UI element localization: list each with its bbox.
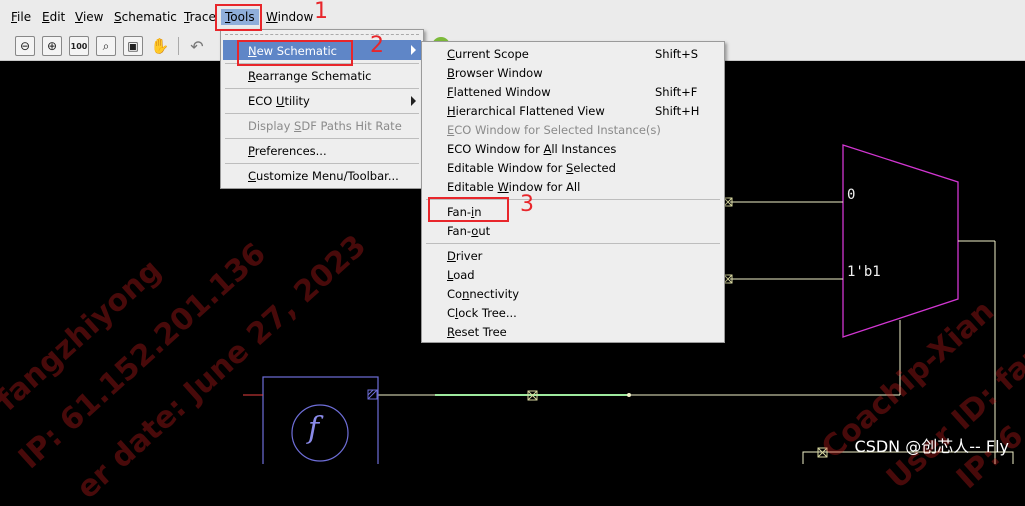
zoom-fit-icon[interactable]: ⌕ — [96, 36, 116, 56]
menu-separator — [225, 163, 419, 164]
menu-item-display-sdf-paths: Display SDF Paths Hit Rate — [248, 119, 402, 133]
credit-watermark: CSDN @创芯人-- Fly — [854, 437, 1009, 456]
function-block — [262, 376, 379, 464]
annotation-step-1: 1 — [314, 0, 328, 24]
tear-off-line[interactable] — [225, 34, 419, 36]
new-schematic-submenu: Current Scope Shift+S Browser Window Fla… — [421, 41, 725, 343]
undo-icon[interactable]: ↶ — [187, 36, 207, 56]
function-symbol: f — [308, 411, 320, 446]
menu-item-customize-menu[interactable]: Customize Menu/Toolbar... — [248, 169, 399, 183]
submenu-arrow-icon — [411, 45, 416, 55]
menu-item-reset-tree[interactable]: Reset Tree — [447, 325, 507, 339]
menu-separator — [225, 113, 419, 114]
menu-item-fan-out[interactable]: Fan-out — [447, 224, 490, 238]
menu-item-preferences[interactable]: Preferences... — [248, 144, 327, 158]
shortcut-label: Shift+H — [655, 104, 700, 118]
menu-item-driver[interactable]: Driver — [447, 249, 482, 263]
menu-item-load[interactable]: Load — [447, 268, 475, 282]
zoom-out-icon[interactable]: ⊖ — [15, 36, 35, 56]
annotation-box-fan-in — [428, 197, 509, 222]
shortcut-label: Shift+S — [655, 47, 699, 61]
menu-item-flattened-window[interactable]: Flattened Window — [447, 85, 551, 99]
menu-view[interactable]: View — [75, 10, 103, 24]
submenu-arrow-icon — [411, 96, 416, 106]
menu-item-rearrange-schematic[interactable]: Rearrange Schematic — [248, 69, 372, 83]
menu-item-browser-window[interactable]: Browser Window — [447, 66, 543, 80]
menu-separator — [426, 243, 720, 244]
menu-item-editable-window-all[interactable]: Editable Window for All — [447, 180, 580, 194]
zoom-100-icon[interactable]: 100 — [69, 36, 89, 56]
menu-item-connectivity[interactable]: Connectivity — [447, 287, 519, 301]
annotation-box-tools — [215, 4, 262, 31]
menu-file[interactable]: File — [11, 10, 31, 24]
menu-separator — [225, 138, 419, 139]
annotation-box-new-schematic — [237, 40, 353, 66]
zoom-in-icon[interactable]: ⊕ — [42, 36, 62, 56]
menu-item-eco-utility[interactable]: ECO Utility — [248, 94, 310, 108]
mux-input-label-1: 1'b1 — [847, 264, 881, 280]
menu-item-hierarchical-flattened-view[interactable]: Hierarchical Flattened View — [447, 104, 605, 118]
menu-bar: File Edit View Schematic Trace Tools Win… — [0, 0, 1025, 33]
menu-item-clock-tree[interactable]: Clock Tree... — [447, 306, 517, 320]
menu-separator — [225, 88, 419, 89]
zoom-area-icon[interactable]: ▣ — [123, 36, 143, 56]
menu-item-editable-window-selected[interactable]: Editable Window for Selected — [447, 161, 616, 175]
toolbar-separator — [178, 37, 179, 55]
menu-schematic[interactable]: Schematic — [114, 10, 177, 24]
menu-trace[interactable]: Trace — [184, 10, 216, 24]
mux-symbol — [842, 144, 959, 338]
menu-window[interactable]: Window — [266, 10, 313, 24]
menu-item-current-scope[interactable]: Current Scope — [447, 47, 529, 61]
mux-input-label-0: 0 — [847, 187, 856, 203]
shortcut-label: Shift+F — [655, 85, 698, 99]
annotation-step-2: 2 — [370, 33, 384, 58]
menu-item-eco-window-selected: ECO Window for Selected Instance(s) — [447, 123, 661, 137]
menu-item-eco-window-all[interactable]: ECO Window for All Instances — [447, 142, 616, 156]
menu-edit[interactable]: Edit — [42, 10, 65, 24]
pan-hand-icon[interactable]: ✋ — [150, 36, 170, 56]
annotation-step-3: 3 — [520, 192, 534, 217]
